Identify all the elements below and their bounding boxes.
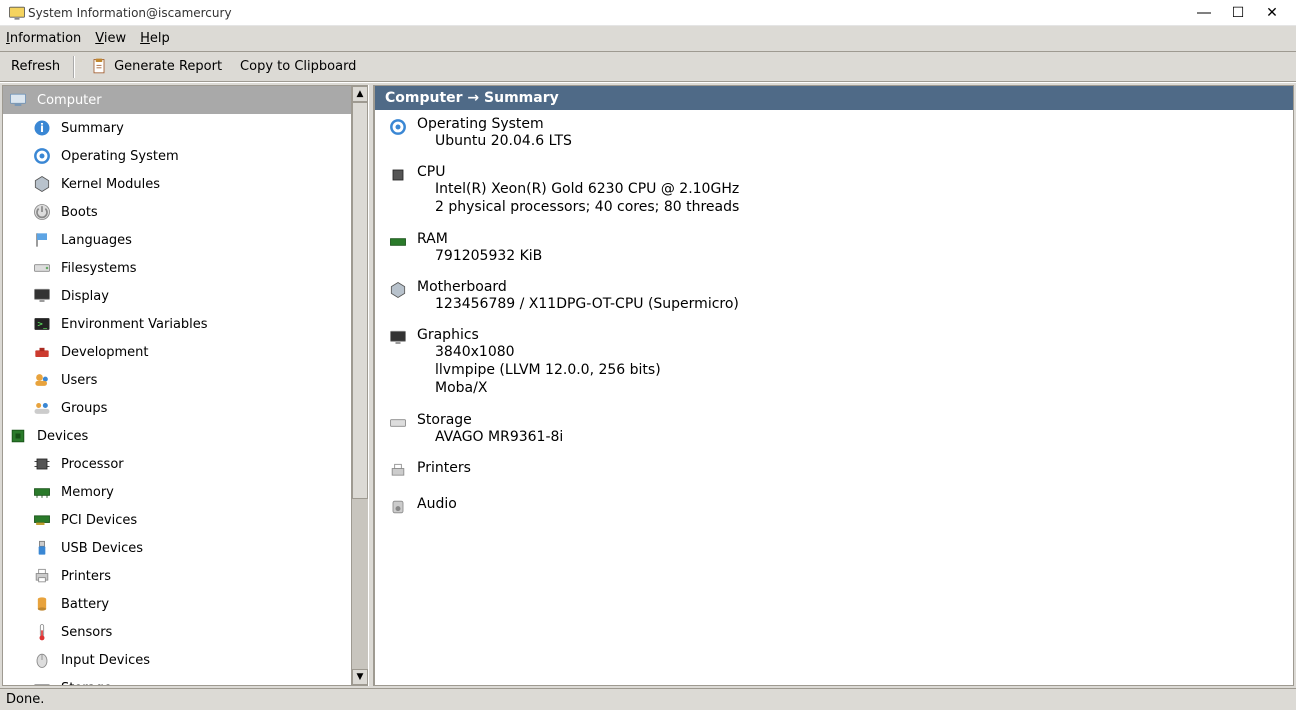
pci-icon — [31, 509, 53, 531]
mouse-icon — [31, 649, 53, 671]
cpu-icon — [387, 164, 409, 186]
sidebar-item-dev[interactable]: Development — [3, 338, 351, 366]
drive-icon — [31, 257, 53, 279]
minimize-button[interactable]: ― — [1196, 5, 1212, 21]
statusbar: Done. — [0, 688, 1296, 710]
groups-icon — [31, 397, 53, 419]
copy-clipboard-button[interactable]: Copy to Clipboard — [233, 55, 363, 78]
ram-icon — [387, 231, 409, 253]
gear-icon — [31, 145, 53, 167]
monitor-icon — [31, 285, 53, 307]
thermometer-icon — [31, 621, 53, 643]
summary-audio: Audio — [387, 496, 1281, 518]
content-header: Computer → Summary — [375, 86, 1293, 110]
sidebar-item-env[interactable]: >_Environment Variables — [3, 310, 351, 338]
summary-printers: Printers — [387, 460, 1281, 482]
sidebar-item-sensors[interactable]: Sensors — [3, 618, 351, 646]
motherboard-icon — [387, 279, 409, 301]
content-pane: Computer → Summary Operating System Ubun… — [374, 85, 1294, 686]
tree-header-label: Computer — [37, 93, 102, 108]
sidebar-item-os[interactable]: Operating System — [3, 142, 351, 170]
computer-icon — [7, 89, 29, 111]
maximize-button[interactable]: ☐ — [1230, 5, 1246, 21]
summary-motherboard: Motherboard 123456789 / X11DPG-OT-CPU (S… — [387, 279, 1281, 313]
sidebar-item-boots[interactable]: Boots — [3, 198, 351, 226]
window-title: System Information@iscamercury — [28, 6, 1196, 20]
sidebar-item-languages[interactable]: Languages — [3, 226, 351, 254]
sidebar-scrollbar[interactable]: ▲ ▼ — [352, 85, 368, 686]
chip-icon — [7, 425, 29, 447]
cpu-icon — [31, 453, 53, 475]
summary-graphics: Graphics 3840x1080 llvmpipe (LLVM 12.0.0… — [387, 327, 1281, 398]
tree-header-devices[interactable]: Devices — [3, 422, 351, 450]
svg-text:i: i — [40, 121, 44, 135]
summary-os: Operating System Ubuntu 20.04.6 LTS — [387, 116, 1281, 150]
app-icon — [6, 2, 28, 24]
scroll-down-icon[interactable]: ▼ — [352, 669, 368, 685]
summary-ram: RAM 791205932 KiB — [387, 231, 1281, 265]
tree-header-label: Devices — [37, 429, 88, 444]
svg-text:>_: >_ — [37, 320, 47, 329]
sidebar-item-display[interactable]: Display — [3, 282, 351, 310]
toolbar: Refresh Generate Report Copy to Clipboar… — [0, 52, 1296, 82]
menu-view[interactable]: View — [95, 31, 126, 46]
close-button[interactable]: ✕ — [1264, 5, 1280, 21]
sidebar-item-battery[interactable]: Battery — [3, 590, 351, 618]
sidebar-item-usb[interactable]: USB Devices — [3, 534, 351, 562]
sidebar-item-printers[interactable]: Printers — [3, 562, 351, 590]
menubar: Information View Help — [0, 26, 1296, 52]
scroll-up-icon[interactable]: ▲ — [352, 86, 368, 102]
sidebar-item-processor[interactable]: Processor — [3, 450, 351, 478]
toolbox-icon — [31, 341, 53, 363]
printer-icon — [387, 460, 409, 482]
sidebar-item-memory[interactable]: Memory — [3, 478, 351, 506]
monitor-icon — [387, 327, 409, 349]
terminal-icon: >_ — [31, 313, 53, 335]
sidebar-item-storage[interactable]: Storage — [3, 674, 351, 686]
users-icon — [31, 369, 53, 391]
sidebar-item-users[interactable]: Users — [3, 366, 351, 394]
speaker-icon — [387, 496, 409, 518]
flag-icon — [31, 229, 53, 251]
refresh-button[interactable]: Refresh — [4, 55, 67, 78]
tree-header-computer[interactable]: Computer — [3, 86, 351, 114]
summary-cpu: CPU Intel(R) Xeon(R) Gold 6230 CPU @ 2.1… — [387, 164, 1281, 216]
ram-icon — [31, 481, 53, 503]
status-text: Done. — [6, 692, 44, 707]
sidebar-item-summary[interactable]: iSummary — [3, 114, 351, 142]
generate-report-button[interactable]: Generate Report — [81, 52, 229, 82]
storage-icon — [387, 412, 409, 434]
sidebar-item-filesystems[interactable]: Filesystems — [3, 254, 351, 282]
summary-storage: Storage AVAGO MR9361-8i — [387, 412, 1281, 446]
main: Computer iSummary Operating System Kerne… — [0, 82, 1296, 688]
sidebar-item-input[interactable]: Input Devices — [3, 646, 351, 674]
menu-help[interactable]: Help — [140, 31, 170, 46]
gear-icon — [387, 116, 409, 138]
usb-icon — [31, 537, 53, 559]
sidebar-item-groups[interactable]: Groups — [3, 394, 351, 422]
info-icon: i — [31, 117, 53, 139]
module-icon — [31, 173, 53, 195]
sidebar-item-pci[interactable]: PCI Devices — [3, 506, 351, 534]
menu-information[interactable]: Information — [6, 31, 81, 46]
separator — [73, 56, 75, 78]
sidebar-item-kernel[interactable]: Kernel Modules — [3, 170, 351, 198]
sidebar[interactable]: Computer iSummary Operating System Kerne… — [2, 85, 352, 686]
titlebar: System Information@iscamercury ― ☐ ✕ — [0, 0, 1296, 26]
power-icon — [31, 201, 53, 223]
battery-icon — [31, 593, 53, 615]
storage-icon — [31, 677, 53, 686]
printer-icon — [31, 565, 53, 587]
window-controls: ― ☐ ✕ — [1196, 5, 1290, 21]
report-icon — [88, 56, 110, 78]
